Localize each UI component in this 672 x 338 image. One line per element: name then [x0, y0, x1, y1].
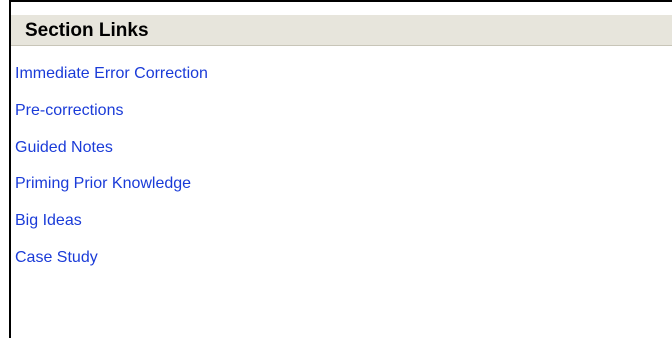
- link-pre-corrections[interactable]: Pre-corrections: [11, 101, 123, 121]
- link-immediate-error-correction[interactable]: Immediate Error Correction: [11, 64, 208, 84]
- list-item: Guided Notes: [11, 138, 208, 175]
- link-guided-notes[interactable]: Guided Notes: [11, 138, 113, 158]
- section-title: Section Links: [25, 20, 149, 41]
- link-big-ideas[interactable]: Big Ideas: [11, 211, 82, 231]
- list-item: Pre-corrections: [11, 101, 208, 138]
- section-link-list: Immediate Error Correction Pre-correctio…: [11, 64, 208, 285]
- link-case-study[interactable]: Case Study: [11, 248, 98, 268]
- link-priming-prior-knowledge[interactable]: Priming Prior Knowledge: [11, 174, 191, 194]
- section-header: Section Links: [11, 14, 672, 46]
- list-item: Case Study: [11, 248, 208, 285]
- list-item: Immediate Error Correction: [11, 64, 208, 101]
- list-item: Priming Prior Knowledge: [11, 174, 208, 211]
- section-links-panel: Section Links Immediate Error Correction…: [9, 0, 672, 338]
- list-item: Big Ideas: [11, 211, 208, 248]
